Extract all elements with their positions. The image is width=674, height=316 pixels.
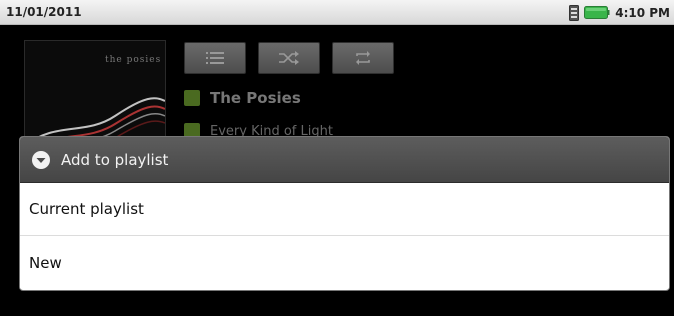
add-to-playlist-dialog: Add to playlist Current playlist New: [19, 136, 670, 291]
current-playlist-option[interactable]: Current playlist: [20, 183, 669, 236]
playlist-button[interactable]: [184, 42, 246, 74]
sim-card-icon: [569, 4, 580, 21]
battery-icon: [584, 6, 610, 19]
status-icons: 4:10 PM: [569, 4, 670, 21]
shuffle-button[interactable]: [258, 42, 320, 74]
shuffle-icon: [279, 51, 299, 65]
status-bar: 11/01/2011 4:10 PM: [0, 0, 674, 25]
dialog-title: Add to playlist: [61, 150, 169, 169]
artist-name: The Posies: [210, 89, 301, 107]
dialog-header: Add to playlist: [20, 137, 669, 183]
status-date: 11/01/2011: [6, 5, 82, 19]
repeat-icon: [356, 51, 370, 65]
microphone-icon: [184, 90, 200, 106]
artist-row: The Posies: [184, 89, 301, 107]
chevron-down-circle-icon: [32, 150, 50, 169]
repeat-button[interactable]: [332, 42, 394, 74]
status-time: 4:10 PM: [615, 5, 670, 20]
album-logo: the posies: [105, 55, 162, 65]
playlist-icon: [206, 52, 224, 64]
new-playlist-option[interactable]: New: [20, 236, 669, 289]
